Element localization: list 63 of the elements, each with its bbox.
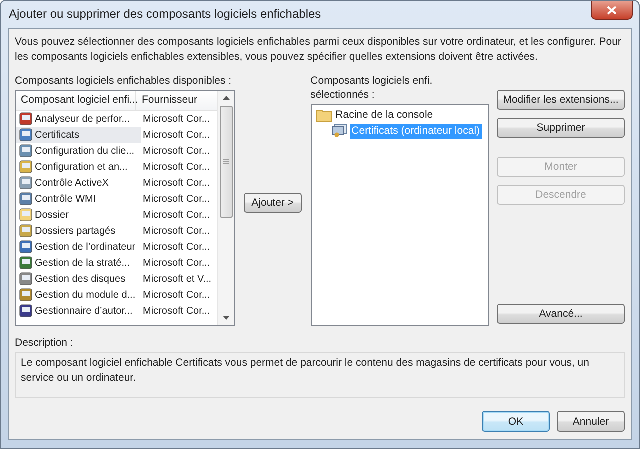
snap-in-item[interactable]: Configuration du clie... (16, 143, 141, 159)
vendor-cell-text: Microsoft Cor... (142, 146, 210, 156)
snap-in-icon (19, 256, 33, 270)
vendor-cell-text: Microsoft Cor... (142, 242, 210, 252)
snap-in-item[interactable]: Configuration et an... (16, 159, 141, 175)
snap-in-icon (19, 144, 33, 158)
snap-in-icon (19, 288, 33, 302)
snap-in-item[interactable]: Dossier (16, 207, 141, 223)
add-button[interactable]: Ajouter > (244, 193, 302, 213)
snap-in-icon (19, 208, 33, 222)
description-label: Description : (15, 336, 74, 350)
scroll-down-icon (222, 316, 230, 320)
vendor-cell-text: Microsoft Cor... (142, 130, 210, 140)
folder-icon (316, 108, 332, 122)
vendor-cell-text: Microsoft Cor... (142, 290, 210, 300)
tree-item[interactable]: Racine de la console (334, 108, 436, 122)
snap-in-icon (19, 112, 33, 126)
snap-in-item[interactable]: Gestion de la straté... (16, 255, 141, 271)
scroll-up-icon (222, 96, 230, 100)
vendor-cell-text: Microsoft Cor... (142, 258, 210, 268)
grip-icon (223, 159, 230, 165)
snap-in-icon (19, 192, 33, 206)
snap-in-item[interactable]: Contrôle ActiveX (16, 175, 141, 191)
vendor-cell-text: Microsoft Cor... (142, 306, 210, 316)
side-button[interactable]: Supprimer (497, 118, 625, 138)
intro-text: Vous pouvez sélectionner des composants logiciels enfichables parmi ceux disponibles sur votre ordinateur, et les configurer. Pour les composants logiciels enfichables extensibles, vous pouvez spécifier quelles extensions doivent être activées. (15, 35, 622, 65)
vendor-cell-text: Microsoft Cor... (142, 194, 210, 204)
snap-in-icon (19, 224, 33, 238)
scroll-thumb[interactable] (220, 106, 233, 218)
column-header[interactable]: Fournisseur (136, 91, 198, 110)
snap-in-item[interactable]: Gestion des disques (16, 271, 141, 287)
snap-in-item[interactable]: Gestion du module d... (16, 287, 141, 303)
side-button[interactable]: Modifier les extensions... (497, 90, 625, 110)
close-button[interactable] (591, 1, 633, 20)
vendor-cell-text: Microsoft Cor... (142, 162, 210, 172)
vendor-cell-text: Microsoft Cor... (142, 226, 210, 236)
snap-in-icon (19, 240, 33, 254)
vendor-cell-text: Microsoft Cor... (142, 114, 210, 124)
dialog-button[interactable]: Annuler (557, 411, 625, 432)
snap-in-icon (19, 128, 33, 142)
selected-label: Composants logiciels enfi. sélectionnés : (310, 74, 434, 102)
dialog-button[interactable]: OK (482, 411, 550, 432)
description-text: Le composant logiciel enfichable Certificats vous permet de parcourir le contenu des magasins de certificats pour vous, un service ou un ordinateur. (21, 357, 590, 384)
snap-in-icon (19, 176, 33, 190)
snap-in-icon (19, 272, 33, 286)
scrollbar[interactable] (217, 91, 234, 325)
close-icon (607, 6, 617, 14)
snap-in-item[interactable]: Dossiers partagés (16, 223, 141, 239)
snap-in-item[interactable]: Analyseur de perfor... (16, 111, 141, 127)
vendor-cell-text: Microsoft et V... (142, 274, 212, 284)
snap-in-icon (19, 304, 33, 318)
snap-in-item[interactable]: Contrôle WMI (16, 191, 141, 207)
snap-in-item[interactable]: Certificats (16, 127, 141, 143)
window-title: Ajouter ou supprimer des composants logiciels enfichables (9, 7, 322, 21)
snap-in-item[interactable]: Gestionnaire d’autor... (16, 303, 141, 319)
snap-in-icon (19, 160, 33, 174)
advanced-button[interactable]: Avancé... (497, 304, 625, 324)
certificate-icon (332, 124, 348, 138)
snap-in-item[interactable]: Gestion de l’ordinateur (16, 239, 141, 255)
vendor-cell-text: Microsoft Cor... (142, 178, 210, 188)
available-label: Composants logiciels enfichables disponibles : (15, 74, 233, 88)
vendor-cell-text: Microsoft Cor... (142, 210, 210, 220)
column-header[interactable]: Composant logiciel enfi... (16, 91, 136, 110)
